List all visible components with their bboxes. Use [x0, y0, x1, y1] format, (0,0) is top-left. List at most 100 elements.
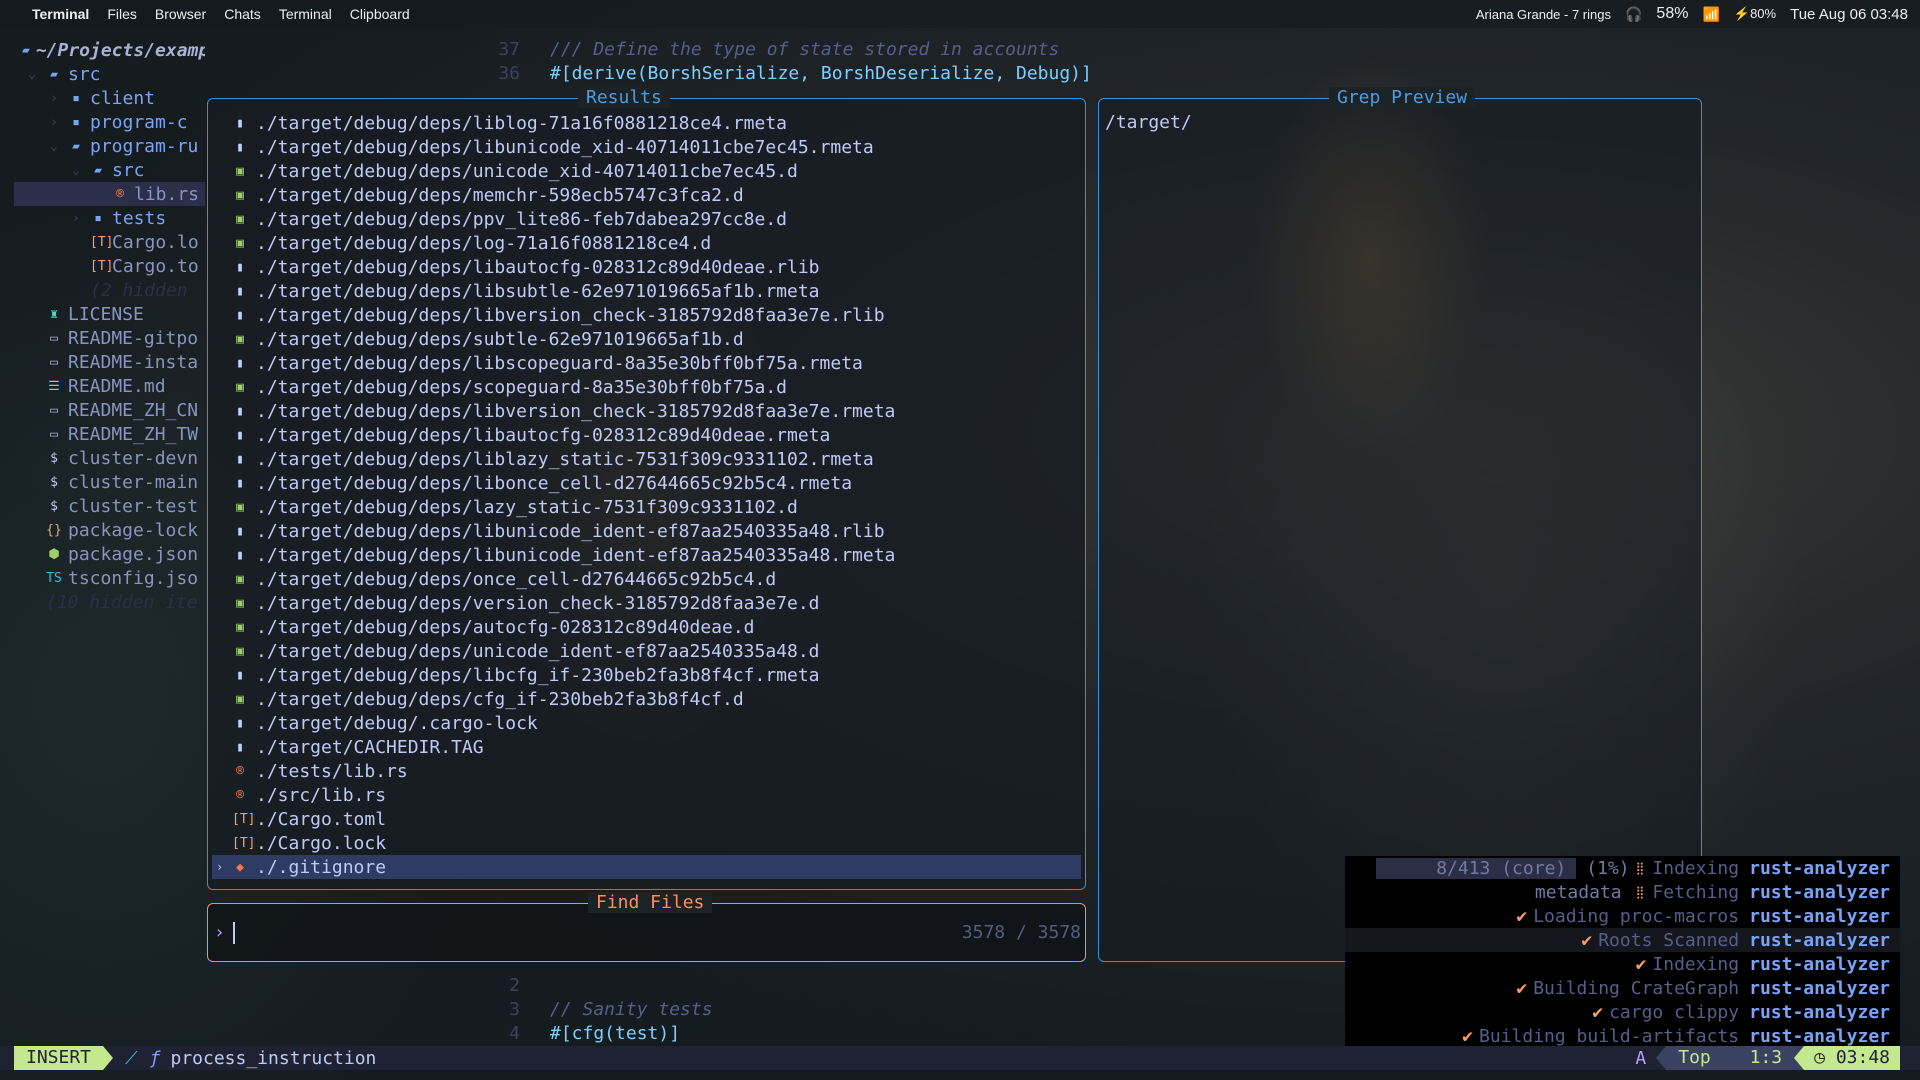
result-item[interactable]: ▮ ./target/CACHEDIR.TAG — [212, 735, 1081, 759]
result-item[interactable]: ▮ ./target/debug/deps/libversion_check-31… — [212, 303, 1081, 327]
result-path: ./target/debug/deps/liblog-71a16f0881218… — [256, 112, 788, 134]
statusline: INSERT ⟋ ƒ process_instruction A Top 1:3… — [0, 1046, 1920, 1070]
result-item[interactable]: ▣ ./target/debug/deps/lazy_static-7531f30… — [212, 495, 1081, 519]
tree-item[interactable]: ♜ LICENSE — [0, 302, 205, 326]
git-icon: ◆ — [236, 859, 244, 875]
folder-open-icon: ▰ — [72, 138, 80, 154]
result-item[interactable]: ▮ ./target/debug/deps/libonce_cell-d27644… — [212, 471, 1081, 495]
menu-item[interactable]: Files — [107, 6, 137, 22]
result-item[interactable]: ® ./src/lib.rs — [212, 783, 1081, 807]
tree-item-label: LICENSE — [68, 303, 144, 325]
result-item[interactable]: [T] ./Cargo.toml — [212, 807, 1081, 831]
selection-marker-icon: › — [216, 860, 224, 874]
result-item[interactable]: ▣ ./target/debug/deps/log-71a16f0881218ce… — [212, 231, 1081, 255]
result-item[interactable]: ▮ ./target/debug/deps/libcfg_if-230beb2fa… — [212, 663, 1081, 687]
progress-percent: (1%) — [1586, 857, 1630, 879]
rust-icon: ® — [236, 787, 244, 803]
tree-item[interactable]: ⌄ ▰ src — [0, 62, 205, 86]
result-item[interactable]: ▣ ./target/debug/deps/memchr-598ecb5747c3… — [212, 183, 1081, 207]
menu-item[interactable]: Clipboard — [350, 6, 410, 22]
result-item[interactable]: ▮ ./target/debug/deps/libunicode_xid-4071… — [212, 135, 1081, 159]
tree-item[interactable]: › ▪ program-c — [0, 110, 205, 134]
result-item[interactable]: ® ./tests/lib.rs — [212, 759, 1081, 783]
tree-item-label: README-gitpo — [68, 327, 199, 349]
result-item[interactable]: ▮ ./target/debug/deps/libsubtle-62e971019… — [212, 279, 1081, 303]
find-files-panel: Find Files › 3578 / 3578 — [207, 892, 1086, 962]
tree-item[interactable]: ▭ README-insta — [0, 350, 205, 374]
tree-item[interactable]: TS tsconfig.jso — [0, 566, 205, 590]
menu-item[interactable]: Chats — [224, 6, 261, 22]
shell-icon: $ — [50, 498, 58, 514]
result-item[interactable]: ▣ ./target/debug/deps/subtle-62e971019665… — [212, 327, 1081, 351]
result-item[interactable]: ▮ ./target/debug/deps/liblazy_static-7531… — [212, 447, 1081, 471]
result-item[interactable]: ▣ ./target/debug/deps/unicode_xid-4071401… — [212, 159, 1081, 183]
result-item[interactable]: ▮ ./target/debug/.cargo-lock — [212, 711, 1081, 735]
result-path: ./target/debug/deps/unicode_ident-ef87aa… — [256, 640, 820, 662]
result-item[interactable]: ▮ ./target/debug/deps/liblog-71a16f088121… — [212, 111, 1081, 135]
result-item[interactable]: ▣ ./target/debug/deps/scopeguard-8a35e30b… — [212, 375, 1081, 399]
tree-item[interactable]: › ▪ client — [0, 86, 205, 110]
tree-item[interactable]: $ cluster-test — [0, 494, 205, 518]
result-item[interactable]: ▮ ./target/debug/deps/libversion_check-31… — [212, 399, 1081, 423]
license-icon: ♜ — [50, 306, 58, 322]
result-item[interactable]: › ◆ ./.gitignore — [212, 855, 1081, 879]
result-item[interactable]: [T] ./Cargo.lock — [212, 831, 1081, 855]
result-item[interactable]: ▮ ./target/debug/deps/libunicode_ident-ef… — [212, 543, 1081, 567]
tree-item[interactable]: ⬢ package.json — [0, 542, 205, 566]
volume[interactable]: 58% — [1656, 5, 1688, 23]
tree-item[interactable]: [T] Cargo.to — [0, 254, 205, 278]
result-item[interactable]: ▣ ./target/debug/deps/once_cell-d27644665… — [212, 567, 1081, 591]
tree-item[interactable]: ▭ README-gitpo — [0, 326, 205, 350]
result-path: ./target/debug/deps/memchr-598ecb5747c3f… — [256, 184, 744, 206]
tree-item[interactable]: $ cluster-devn — [0, 446, 205, 470]
tree-item[interactable]: ☰ README.md — [0, 374, 205, 398]
result-path: ./.gitignore — [256, 856, 387, 878]
tree-item[interactable]: [T] Cargo.lo — [0, 230, 205, 254]
check-icon: ✔ — [1581, 929, 1593, 951]
search-input[interactable] — [232, 922, 235, 944]
result-item[interactable]: ▮ ./target/debug/deps/libautocfg-028312c8… — [212, 255, 1081, 279]
tree-item[interactable]: › ▪ tests — [0, 206, 205, 230]
results-panel: Results ▮ ./target/debug/deps/liblog-71a1… — [207, 87, 1086, 890]
tree-item[interactable]: ▭ README_ZH_CN — [0, 398, 205, 422]
progress-message: Fetching — [1652, 881, 1740, 903]
result-item[interactable]: ▣ ./target/debug/deps/ppv_lite86-feb7dabe… — [212, 207, 1081, 231]
code-line: 4 #[cfg(test)] — [470, 1022, 713, 1046]
result-item[interactable]: ▣ ./target/debug/deps/unicode_ident-ef87a… — [212, 639, 1081, 663]
tree-item[interactable]: (10 hidden ite — [0, 590, 205, 614]
lsp-progress-row: ✔ cargo clippy rust-analyzer — [1345, 1000, 1900, 1024]
tree-item[interactable]: (2 hidden — [0, 278, 205, 302]
result-path: ./tests/lib.rs — [256, 760, 408, 782]
battery[interactable]: ⚡80% — [1734, 6, 1776, 22]
result-item[interactable]: ▣ ./target/debug/deps/autocfg-028312c89d4… — [212, 615, 1081, 639]
tree-item[interactable]: {} package-lock — [0, 518, 205, 542]
spinner-icon: ⣿ — [1635, 885, 1645, 899]
menu-item[interactable]: Terminal — [32, 6, 89, 22]
result-item[interactable]: ▣ ./target/debug/deps/cfg_if-230beb2fa3b8… — [212, 687, 1081, 711]
tree-item[interactable]: ⌄ ▰ src — [0, 158, 205, 182]
tree-root[interactable]: ▰ ~/Projects/example-helloworld — [0, 38, 205, 62]
tree-item-label: Cargo.lo — [112, 231, 199, 253]
result-item[interactable]: ▣ ./target/debug/deps/version_check-31857… — [212, 591, 1081, 615]
datetime[interactable]: Tue Aug 06 03:48 — [1790, 6, 1908, 23]
result-item[interactable]: ▮ ./target/debug/deps/libscopeguard-8a35e… — [212, 351, 1081, 375]
progress-message: Building CrateGraph — [1533, 977, 1740, 999]
progress-source: rust-analyzer — [1749, 1001, 1890, 1023]
check-icon: ✔ — [1462, 1025, 1474, 1047]
lsp-progress-row: ✔ Indexing rust-analyzer — [1345, 952, 1900, 976]
result-item[interactable]: ▮ ./target/debug/deps/libautocfg-028312c8… — [212, 423, 1081, 447]
chevron-icon: › — [50, 114, 58, 130]
now-playing[interactable]: Ariana Grande - 7 rings — [1476, 7, 1611, 22]
code-text: #[cfg(test)] — [550, 1023, 681, 1044]
menu-item[interactable]: Browser — [155, 6, 206, 22]
tree-item[interactable]: ⌄ ▰ program-ru — [0, 134, 205, 158]
menu-item[interactable]: Terminal — [279, 6, 332, 22]
wifi-icon[interactable]: 📶 — [1702, 6, 1719, 23]
result-path: ./target/debug/deps/libversion_check-318… — [256, 400, 896, 422]
result-item[interactable]: ▮ ./target/debug/deps/libunicode_ident-ef… — [212, 519, 1081, 543]
file-icon: ▮ — [236, 307, 244, 323]
d-file-icon: ▣ — [236, 187, 244, 203]
tree-item[interactable]: ▭ README_ZH_TW — [0, 422, 205, 446]
tree-item[interactable]: $ cluster-main — [0, 470, 205, 494]
tree-item[interactable]: ® lib.rs — [14, 182, 205, 206]
